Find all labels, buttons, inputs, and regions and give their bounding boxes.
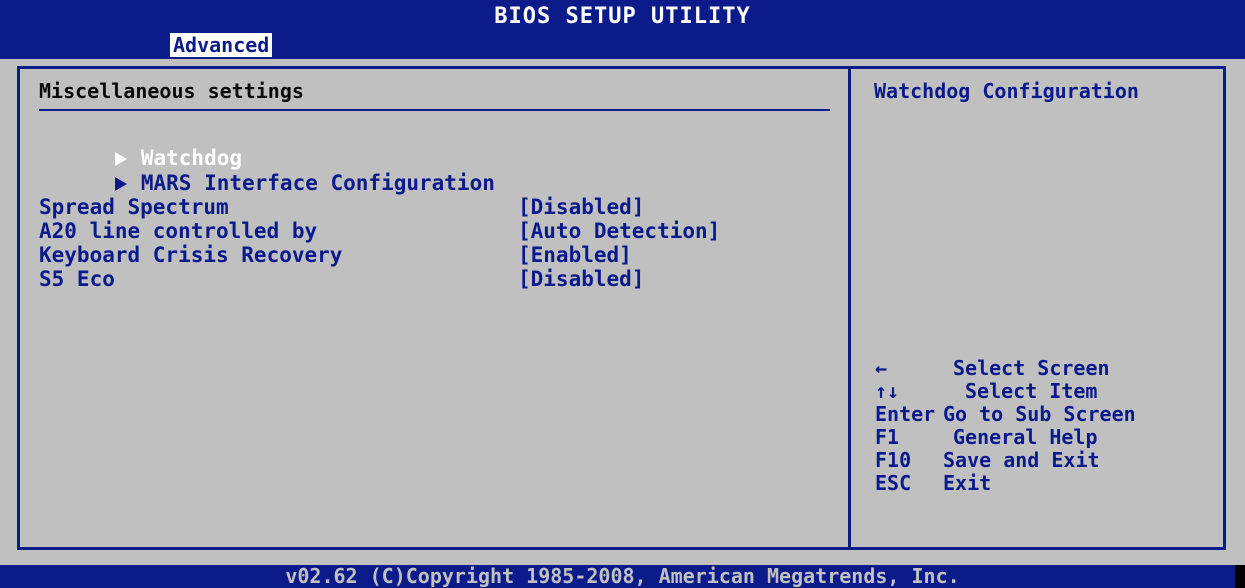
setting-keyboard-crisis-recovery[interactable]: Keyboard Crisis Recovery [Enabled] xyxy=(39,243,839,267)
help-title: Watchdog Configuration xyxy=(874,79,1139,103)
setting-label: S5 Eco xyxy=(39,267,115,291)
setting-label: Spread Spectrum xyxy=(39,195,229,219)
left-arrow-icon: ← xyxy=(875,356,888,380)
setting-s5-eco[interactable]: S5 Eco [Disabled] xyxy=(39,267,839,291)
footer-corner xyxy=(1235,565,1245,588)
key-hint-row: F10 Save and Exit xyxy=(875,448,1220,472)
tab-advanced[interactable]: Advanced xyxy=(170,33,273,57)
setting-value[interactable]: [Enabled] xyxy=(518,243,632,267)
key-hint-row: Enter Go to Sub Screen xyxy=(875,402,1220,426)
key-hint-row: ESC Exit xyxy=(875,471,1220,495)
key-hint-row: ↑↓ Select Item xyxy=(875,379,1220,403)
up-down-arrow-icon: ↑↓ xyxy=(875,379,900,403)
key-hint-desc: General Help xyxy=(953,425,1098,449)
setting-value[interactable]: [Disabled] xyxy=(518,195,644,219)
key-hint-row: F1 General Help xyxy=(875,425,1220,449)
submenu-arrow-icon xyxy=(114,177,127,191)
app-title: BIOS SETUP UTILITY xyxy=(494,4,751,29)
panel-divider xyxy=(848,66,851,550)
setting-spread-spectrum[interactable]: Spread Spectrum [Disabled] xyxy=(39,195,839,219)
setting-a20-line[interactable]: A20 line controlled by [Auto Detection] xyxy=(39,219,839,243)
setting-label: A20 line controlled by xyxy=(39,219,318,243)
header-bar: BIOS SETUP UTILITY Advanced xyxy=(0,0,1245,59)
key-hint-key: Enter xyxy=(875,402,936,426)
section-title: Miscellaneous settings xyxy=(39,79,304,103)
key-hint-key: F10 xyxy=(875,448,912,472)
key-hint-desc: Select Screen xyxy=(953,356,1110,380)
footer-bar: v02.62 (C)Copyright 1985-2008, American … xyxy=(0,565,1245,588)
copyright-text: v02.62 (C)Copyright 1985-2008, American … xyxy=(285,564,960,588)
key-hint-key: ESC xyxy=(875,471,912,495)
setting-label: Keyboard Crisis Recovery xyxy=(39,243,343,267)
section-title-rule xyxy=(39,109,830,111)
key-hint-desc: Select Item xyxy=(965,379,1098,403)
key-hint-row: ← Select Screen xyxy=(875,356,1220,380)
setting-value[interactable]: [Disabled] xyxy=(518,267,644,291)
main-panel: Miscellaneous settings Watchdog MARS Int… xyxy=(0,59,1245,565)
setting-value[interactable]: [Auto Detection] xyxy=(518,219,720,243)
submenu-label: MARS Interface Configuration xyxy=(140,171,495,195)
bios-screen: BIOS SETUP UTILITY Advanced Miscellaneou… xyxy=(0,0,1245,588)
key-hint-key: F1 xyxy=(875,425,900,449)
key-hint-desc: Go to Sub Screen xyxy=(943,402,1136,426)
key-hint-desc: Exit xyxy=(943,471,992,495)
key-hint-desc: Save and Exit xyxy=(943,448,1100,472)
